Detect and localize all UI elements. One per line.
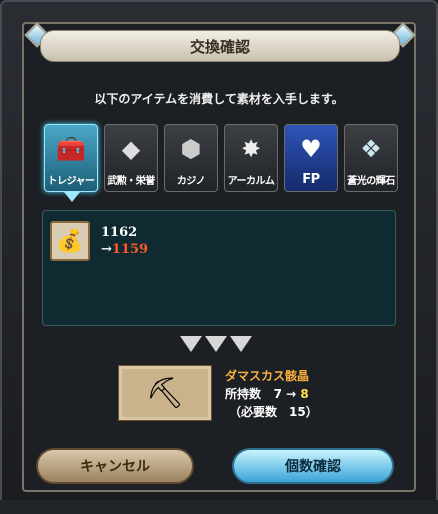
tab-label: トレジャー <box>47 176 96 187</box>
tab-label: カジノ <box>176 176 206 187</box>
casino-chip-icon: ⬢ <box>180 135 202 163</box>
separator-diamonds <box>180 336 252 352</box>
tab-label: アーカルム <box>227 176 275 187</box>
reward-required: （必要数 15） <box>229 405 318 419</box>
bottom-bar <box>0 500 438 514</box>
tab-label: 蒼光の輝石 <box>347 176 395 187</box>
arrow-icon: → <box>286 387 297 401</box>
reward-name: ダマスカス骸晶 <box>225 369 310 383</box>
star-burst-icon: ✸ <box>240 135 262 163</box>
cost-current-count: 1162 <box>101 225 138 240</box>
tab-arcarum[interactable]: ✸ アーカルム <box>224 124 278 192</box>
diamond-icon <box>205 336 227 352</box>
tab-crystal[interactable]: ❖ 蒼光の輝石 <box>344 124 398 192</box>
tab-treasure[interactable]: 🧰 トレジャー <box>44 124 98 192</box>
treasure-chest-icon: 🧰 <box>56 135 86 163</box>
active-tab-pointer-icon <box>64 192 80 202</box>
tab-casino[interactable]: ⬢ カジノ <box>164 124 218 192</box>
reward-hold-count: 所持数 7 → 8 <box>225 385 309 402</box>
tab-honor[interactable]: ◆ 武勲・栄誉 <box>104 124 158 192</box>
cost-after-count: →1159 <box>101 242 148 257</box>
damascus-crystal-icon: ⛏ <box>118 365 212 421</box>
dialog-title: 交換確認 <box>40 30 400 62</box>
tab-label: FP <box>302 172 320 187</box>
hold-after: 8 <box>300 387 309 401</box>
confirm-quantity-button[interactable]: 個数確認 <box>232 448 394 484</box>
cancel-button[interactable]: キャンセル <box>36 448 194 484</box>
hold-label: 所持数 <box>225 387 262 401</box>
coin-bag-icon: 💰 <box>50 221 90 261</box>
arrow-icon: → <box>101 242 112 257</box>
category-tabs: 🧰 トレジャー ◆ 武勲・栄誉 ⬢ カジノ ✸ アーカルム ♥ FP ❖ 蒼光の… <box>44 124 398 192</box>
hold-before: 7 <box>273 387 282 401</box>
cost-panel <box>42 210 396 326</box>
tab-fp[interactable]: ♥ FP <box>284 124 338 192</box>
diamond-icon <box>230 336 252 352</box>
crystal-icon: ❖ <box>360 135 382 163</box>
diamond-icon <box>180 336 202 352</box>
tab-label: 武勲・栄誉 <box>107 176 155 187</box>
heart-icon: ♥ <box>300 135 322 163</box>
dice-icon: ◆ <box>121 135 141 163</box>
dialog-subtitle: 以下のアイテムを消費して素材を入手します。 <box>94 92 344 106</box>
cost-after-value: 1159 <box>111 242 149 257</box>
